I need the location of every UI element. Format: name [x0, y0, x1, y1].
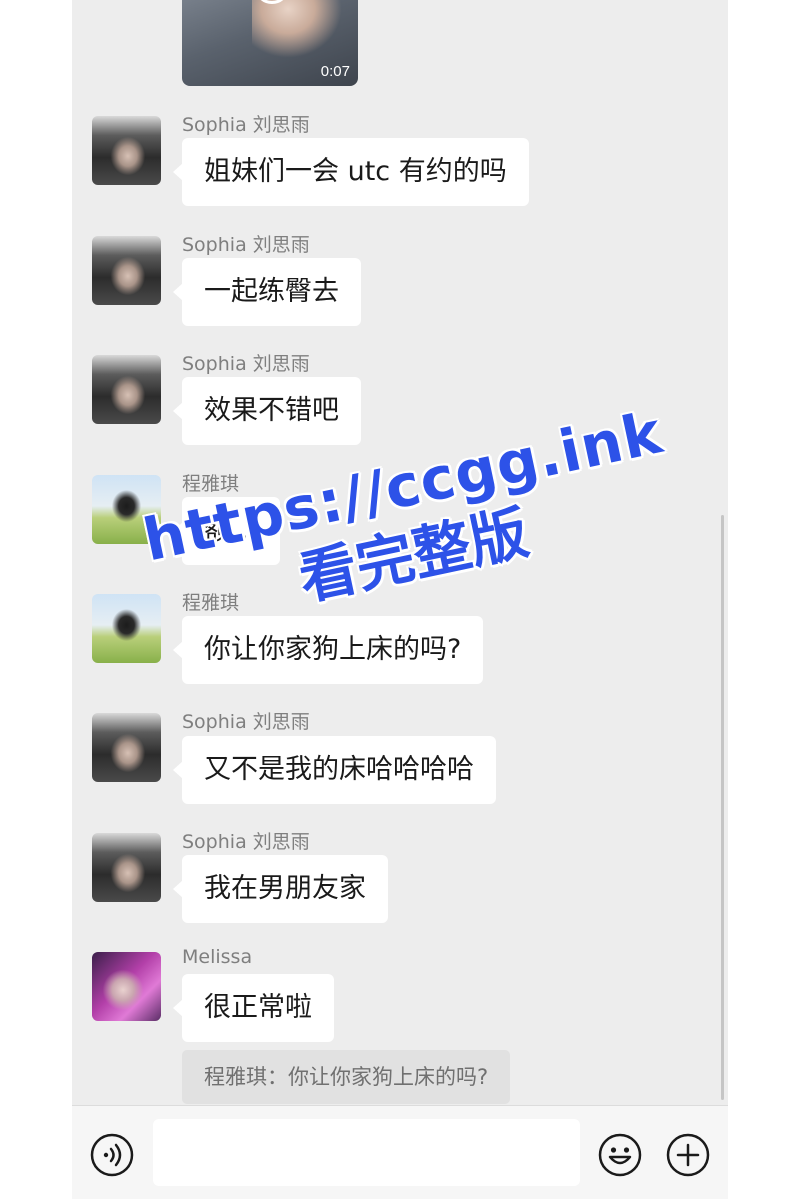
pink-photo-avatar[interactable] — [92, 952, 161, 1021]
sender-name: 程雅琪 — [182, 592, 240, 614]
message-bubble[interactable]: 姐妹们一会 utc 有约的吗 — [173, 138, 529, 206]
message-input[interactable] — [153, 1119, 580, 1186]
message-bubble[interactable]: 额… — [173, 497, 280, 565]
sender-name: Sophia 刘思雨 — [182, 234, 310, 256]
plus-icon[interactable] — [666, 1133, 710, 1177]
message-bubble[interactable]: 你让你家狗上床的吗? — [172, 616, 484, 684]
scrollbar[interactable] — [721, 515, 724, 1100]
sender-name: 程雅琪 — [182, 473, 240, 495]
sender-name: Sophia 刘思雨 — [182, 831, 310, 853]
field-photo-avatar[interactable] — [92, 594, 161, 663]
message-bubble[interactable]: 我在男朋友家 — [173, 855, 388, 923]
message-bubble[interactable]: 又不是我的床哈哈哈哈 — [173, 736, 496, 804]
sender-name: Sophia 刘思雨 — [182, 711, 310, 733]
sender-name: Sophia 刘思雨 — [182, 353, 310, 375]
chat-screen: 0:07 Sophia 刘思雨 姐妹们一会 utc 有约的吗 Sophia 刘思… — [72, 0, 728, 1199]
emoji-icon[interactable] — [598, 1133, 642, 1177]
video-duration: 0:07 — [320, 63, 350, 80]
video-message[interactable]: 0:07 — [182, 0, 358, 86]
message-list[interactable]: 0:07 Sophia 刘思雨 姐妹们一会 utc 有约的吗 Sophia 刘思… — [72, 0, 728, 1105]
gym-photo-avatar[interactable] — [92, 236, 161, 305]
message-bubble[interactable]: 很正常啦 — [173, 974, 334, 1042]
sender-name: Sophia 刘思雨 — [182, 114, 310, 136]
gym-photo-avatar[interactable] — [92, 833, 161, 902]
gym-photo-avatar[interactable] — [92, 116, 161, 185]
gym-photo-avatar[interactable] — [92, 713, 161, 782]
input-bar — [72, 1105, 728, 1199]
field-photo-avatar[interactable] — [92, 475, 161, 544]
quoted-message[interactable]: 程雅琪：你让你家狗上床的吗? — [182, 1050, 511, 1104]
video-preview-image — [252, 0, 342, 58]
message-bubble[interactable]: 一起练臀去 — [173, 258, 361, 326]
voice-icon[interactable] — [90, 1133, 134, 1177]
sender-name: Melissa — [182, 946, 253, 968]
message-bubble[interactable]: 效果不错吧 — [173, 377, 361, 445]
gym-photo-avatar[interactable] — [92, 355, 161, 424]
